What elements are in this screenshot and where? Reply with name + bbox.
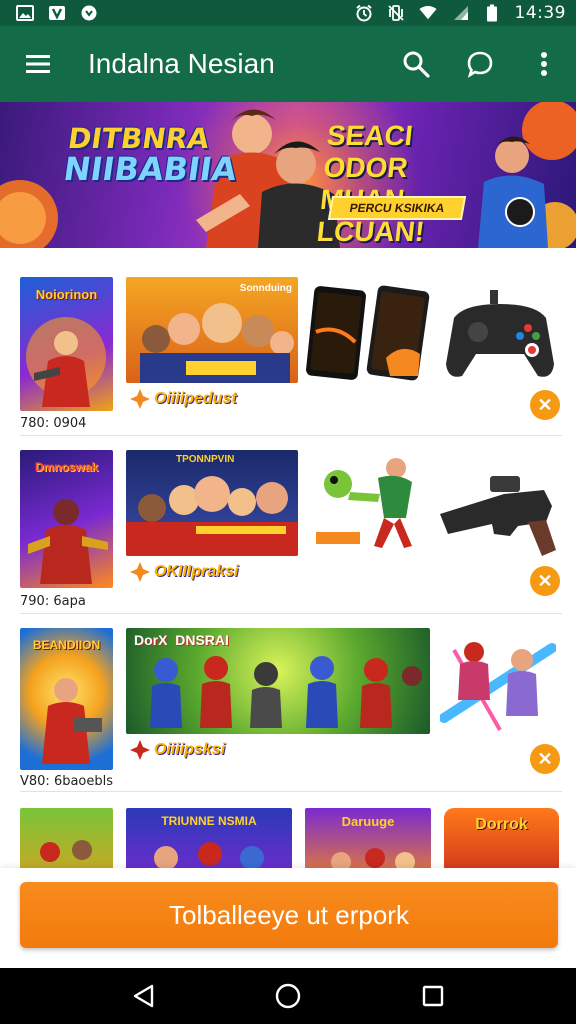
banner-headline-line1: SEACI ODOR bbox=[322, 120, 415, 183]
sparkle-icon bbox=[130, 389, 150, 409]
home-icon bbox=[275, 983, 301, 1009]
game-artwork[interactable]: TRIUNNE NSMIA bbox=[126, 808, 292, 868]
status-bar: 14:39 bbox=[0, 0, 576, 26]
game-artwork[interactable]: Daruuge bbox=[305, 808, 431, 868]
more-vert-icon bbox=[541, 52, 547, 76]
back-button[interactable] bbox=[113, 968, 173, 1024]
promo-label: OKIIIpraksi bbox=[130, 560, 238, 584]
game-cover[interactable]: Noiorinon bbox=[20, 277, 113, 411]
sparkle-icon bbox=[130, 562, 150, 582]
game-artwork-title: TRIUNNE NSMIA bbox=[161, 814, 257, 828]
game-cover[interactable] bbox=[20, 808, 113, 868]
banner-title: DITBNRA NIIBABIIA bbox=[61, 122, 242, 188]
list-row[interactable]: TRIUNNE NSMIA Daruuge Dorrok bbox=[0, 782, 576, 868]
recents-button[interactable] bbox=[403, 968, 463, 1024]
navigation-menu-button[interactable] bbox=[0, 26, 76, 102]
dismiss-button[interactable]: ✕ bbox=[530, 744, 560, 774]
promo-text: Oiiiipedust bbox=[154, 390, 237, 407]
alarm-icon bbox=[355, 4, 373, 22]
system-navigation-bar bbox=[0, 968, 576, 1024]
game-controller-product-image[interactable] bbox=[444, 288, 556, 384]
toy-blaster-product-image[interactable] bbox=[434, 470, 558, 558]
primary-action-button[interactable]: Tolballeeye ut erpork bbox=[20, 882, 558, 948]
signal-icon bbox=[451, 5, 469, 21]
banner-title-line2: NIIBABIIA bbox=[61, 150, 240, 188]
promo-text: Oiiiipsksi bbox=[154, 741, 226, 758]
list-row[interactable]: BEANDIION DorX DNSRAI Oiiiipsksi ✕ V80: … bbox=[0, 604, 576, 792]
back-icon bbox=[133, 984, 153, 1008]
game-cover-title: BEANDIION bbox=[32, 638, 101, 652]
promo-label: Oiiiipedust bbox=[130, 387, 237, 411]
cartoon-figure-product-image[interactable] bbox=[314, 454, 426, 554]
banner-headline: SEACI ODOR MUAN LCUAN! bbox=[315, 120, 478, 248]
game-artwork[interactable]: DorX DNSRAI bbox=[126, 628, 430, 734]
chat-button[interactable] bbox=[448, 26, 512, 102]
app-notification-icon bbox=[48, 5, 66, 21]
game-artwork[interactable]: Sonnduing bbox=[126, 277, 298, 383]
wifi-icon bbox=[418, 5, 437, 21]
hamburger-menu-icon bbox=[26, 55, 50, 73]
chat-icon bbox=[467, 51, 493, 78]
heroes-product-image[interactable] bbox=[440, 630, 556, 740]
search-button[interactable] bbox=[384, 26, 448, 102]
status-bar-notifications bbox=[16, 5, 98, 21]
vibrate-icon bbox=[387, 5, 405, 21]
dismiss-button[interactable]: ✕ bbox=[530, 390, 560, 420]
status-bar-time: 14:39 bbox=[514, 3, 566, 23]
game-artwork-title: DorX DNSRAI bbox=[134, 632, 229, 648]
game-cover[interactable]: BEANDIION bbox=[20, 628, 113, 770]
app-title: Indalna Nesian bbox=[88, 48, 275, 79]
recents-icon bbox=[423, 985, 444, 1007]
close-icon: ✕ bbox=[537, 748, 553, 769]
game-artwork-title: TPONNPVIN bbox=[176, 454, 235, 465]
search-icon bbox=[403, 51, 430, 78]
promo-banner[interactable]: DITBNRA NIIBABIIA SEACI ODOR MUAN LCUAN! bbox=[0, 102, 576, 248]
status-bar-system: 14:39 bbox=[355, 3, 567, 23]
screen: 14:39 Indalna Nesian DITBNRA NIIBABIIA S… bbox=[0, 0, 576, 1024]
smartphone-product-image[interactable] bbox=[306, 284, 430, 384]
close-icon: ✕ bbox=[537, 570, 553, 591]
game-artwork[interactable]: TPONNPVIN bbox=[126, 450, 298, 556]
promo-text: OKIIIpraksi bbox=[154, 563, 239, 580]
list-row[interactable]: Dmnoswak TPONNPVIN OKIIIpraksi ✕ 790: 6a… bbox=[0, 426, 576, 614]
game-cover-title: Noiorinon bbox=[35, 287, 98, 302]
game-cover[interactable]: Dmnoswak bbox=[20, 450, 113, 588]
game-artwork-title: Dorrok bbox=[475, 816, 528, 833]
product-list: Noiorinon Sonnduing Oiiiipedust ✕ 780: 0… bbox=[0, 248, 576, 868]
app-bar: Indalna Nesian bbox=[0, 26, 576, 102]
battery-icon bbox=[483, 4, 501, 22]
sparkle-icon bbox=[130, 740, 150, 760]
bottom-action-area: Tolballeeye ut erpork bbox=[0, 868, 576, 968]
home-button[interactable] bbox=[258, 968, 318, 1024]
game-artwork-title: Sonnduing bbox=[239, 283, 292, 294]
gallery-icon bbox=[16, 5, 34, 21]
game-artwork-title: Daruuge bbox=[341, 814, 395, 829]
close-icon: ✕ bbox=[537, 394, 553, 415]
list-row[interactable]: Noiorinon Sonnduing Oiiiipedust ✕ 780: 0… bbox=[0, 248, 576, 436]
game-artwork[interactable]: Dorrok bbox=[444, 808, 559, 868]
game-cover-title: Dmnoswak bbox=[34, 460, 99, 474]
banner-badge[interactable]: PERCU KSIKIKA bbox=[327, 196, 467, 220]
chat-notification-icon bbox=[80, 5, 98, 21]
more-options-button[interactable] bbox=[512, 26, 576, 102]
promo-label: Oiiiipsksi bbox=[130, 738, 225, 762]
dismiss-button[interactable]: ✕ bbox=[530, 566, 560, 596]
